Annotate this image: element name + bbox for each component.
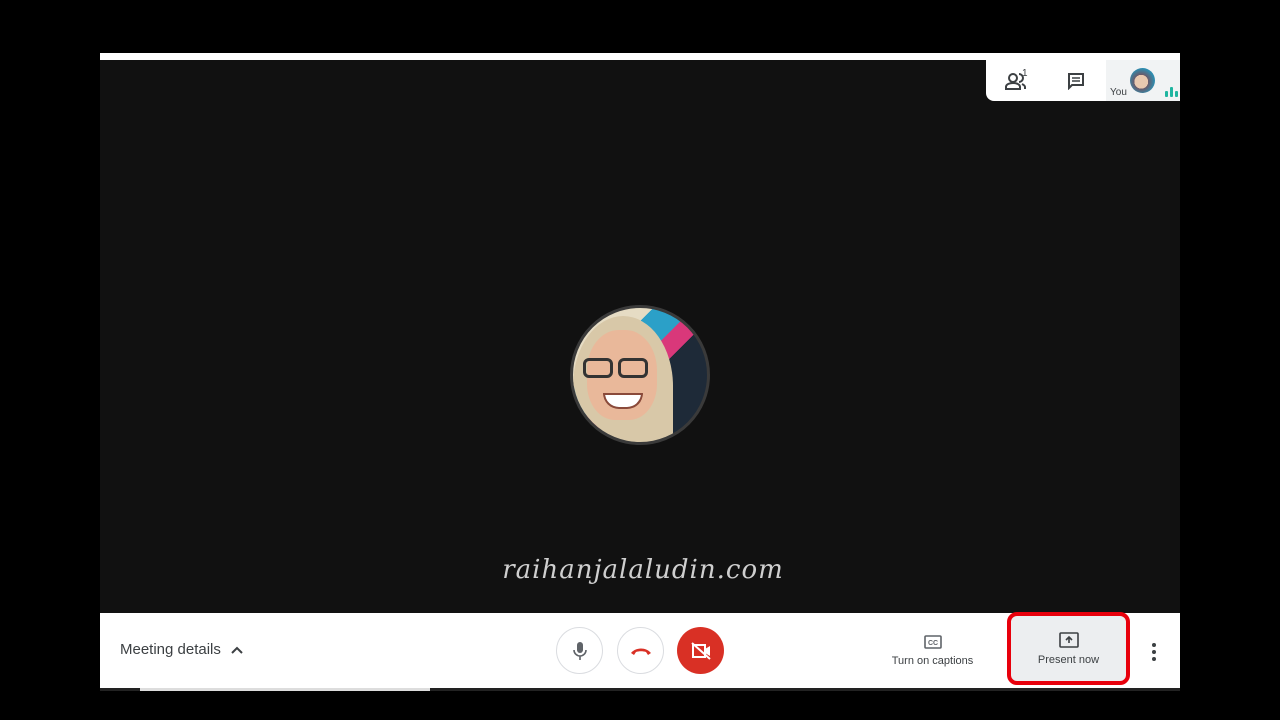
captions-button[interactable]: CC Turn on captions	[885, 613, 980, 688]
svg-text:CC: CC	[927, 640, 937, 647]
chat-icon	[1068, 72, 1084, 90]
participants-count: 1	[1022, 68, 1028, 79]
more-options-button[interactable]	[1148, 640, 1160, 664]
present-now-label: Present now	[1037, 653, 1100, 666]
participant-avatar	[570, 305, 710, 445]
top-right-panel: 1 You	[986, 60, 1180, 101]
present-now-button[interactable]: Present now	[1007, 612, 1130, 685]
bottom-bar: Meeting details CC Turn on captions Pres…	[100, 612, 1180, 688]
closed-captions-icon: CC	[923, 634, 942, 649]
hang-up-icon	[630, 648, 651, 655]
self-avatar	[1130, 68, 1155, 93]
present-screen-icon	[1058, 631, 1079, 648]
camera-off-button[interactable]	[677, 627, 724, 674]
microphone-button[interactable]	[556, 627, 603, 674]
you-label: You	[1110, 87, 1127, 98]
watermark: raihanjalaludin.com	[502, 555, 784, 585]
participants-button[interactable]: 1	[986, 60, 1046, 101]
chevron-up-icon	[231, 646, 243, 654]
camera-off-icon	[690, 641, 711, 660]
scrollbar[interactable]	[100, 688, 1180, 691]
chat-button[interactable]	[1046, 60, 1106, 101]
self-tile[interactable]: You	[1106, 60, 1180, 101]
microphone-icon	[572, 641, 587, 660]
audio-level-icon	[1165, 87, 1178, 97]
meeting-details-button[interactable]: Meeting details	[120, 641, 243, 658]
top-strip	[100, 53, 1180, 60]
captions-label: Turn on captions	[891, 654, 974, 667]
end-call-button[interactable]	[617, 627, 664, 674]
meeting-details-label: Meeting details	[120, 641, 221, 658]
